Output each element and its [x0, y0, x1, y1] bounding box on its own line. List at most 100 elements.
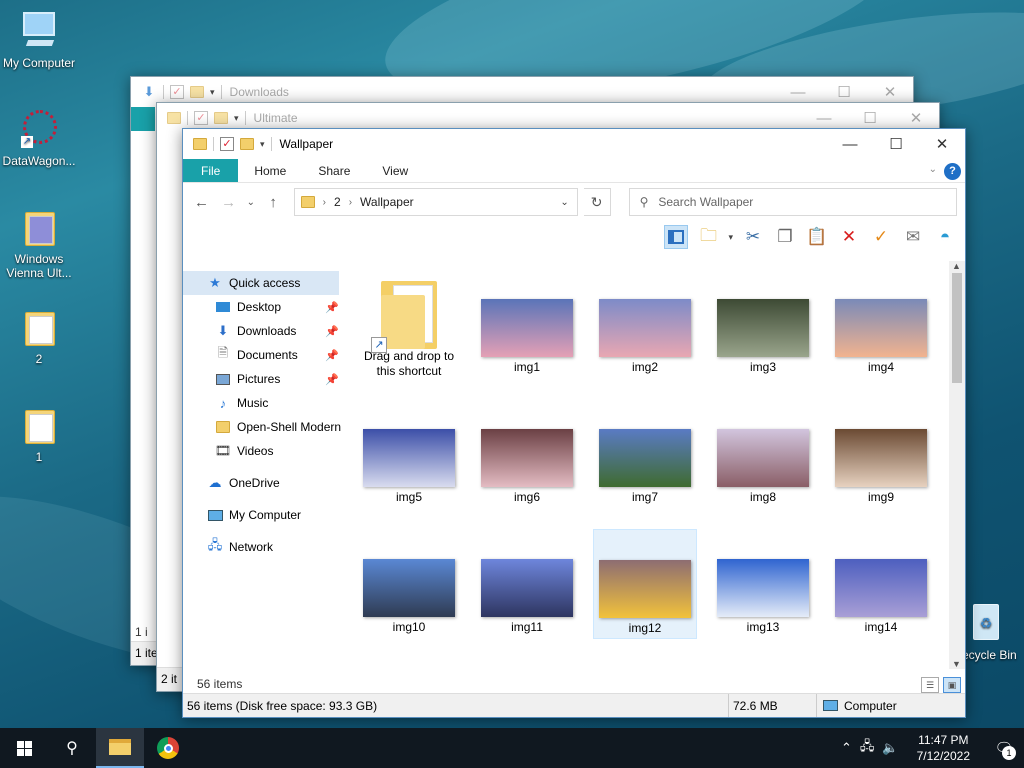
clock[interactable]: 11:47 PM 7/12/2022: [917, 732, 970, 764]
nav-documents[interactable]: 🗎 Documents 📌: [183, 343, 343, 367]
new-folder-icon[interactable]: [190, 86, 204, 98]
scroll-down-arrow-icon[interactable]: ▼: [952, 659, 961, 669]
file-item[interactable]: img6: [475, 399, 579, 509]
folder-options-icon[interactable]: 🗀: [696, 225, 720, 249]
file-item[interactable]: img3: [711, 269, 815, 379]
window-wallpaper[interactable]: ✓ ▾ Wallpaper — ☐ ✕ File Home Share View…: [182, 128, 966, 718]
new-folder-icon[interactable]: [214, 112, 228, 124]
chevron-up-icon[interactable]: ⌃: [841, 740, 852, 756]
scrollbar-thumb[interactable]: [952, 273, 962, 383]
recent-locations-button[interactable]: ⌄: [245, 191, 256, 213]
nav-music[interactable]: ♪ Music: [183, 391, 343, 415]
delete-icon[interactable]: ✕: [837, 225, 861, 249]
chevron-down-icon[interactable]: ⌄: [560, 197, 568, 208]
refresh-button[interactable]: ↻: [583, 188, 611, 216]
nav-videos[interactable]: 🎞 Videos: [183, 439, 343, 463]
start-button[interactable]: [0, 728, 48, 768]
cut-icon[interactable]: ✂: [741, 225, 765, 249]
chevron-down-icon[interactable]: ▾: [210, 87, 215, 98]
chevron-down-icon[interactable]: ▾: [260, 139, 265, 150]
desktop-icon-datawagon[interactable]: ↗ DataWagon...: [0, 108, 78, 168]
email-icon[interactable]: ✉: [901, 225, 925, 249]
file-list[interactable]: ↗ Drag and drop to this shortcut img1 img2 i…: [343, 261, 965, 669]
shell-settings-icon[interactable]: ◓: [933, 225, 957, 249]
back-button[interactable]: ←: [191, 191, 212, 213]
nav-open-shell[interactable]: Open-Shell Modern: [183, 415, 343, 439]
file-tab[interactable]: [131, 107, 155, 131]
file-item[interactable]: img4: [829, 269, 933, 379]
chevron-down-icon[interactable]: ▾: [234, 113, 239, 124]
chrome-icon: [157, 737, 179, 759]
action-center-button[interactable]: 🗨 1: [984, 728, 1024, 768]
properties-check-icon[interactable]: ✓: [170, 85, 184, 99]
file-item[interactable]: img1: [475, 269, 579, 379]
desktop-icon-folder-1[interactable]: 1: [0, 404, 78, 464]
file-item[interactable]: img10: [357, 529, 461, 639]
nav-quick-access[interactable]: ★ Quick access: [183, 271, 339, 295]
search-button[interactable]: ⚲: [48, 728, 96, 768]
tab-file[interactable]: File: [183, 159, 239, 182]
new-folder-icon[interactable]: [240, 138, 254, 150]
tab-view[interactable]: View: [366, 159, 424, 182]
file-item[interactable]: img11: [475, 529, 579, 639]
nav-downloads[interactable]: ⬇ Downloads 📌: [183, 319, 343, 343]
chevron-right-icon[interactable]: ›: [323, 197, 326, 208]
file-item[interactable]: img5: [357, 399, 461, 509]
tab-share[interactable]: Share: [302, 159, 366, 182]
image-thumbnail: [717, 429, 809, 487]
taskbar-file-explorer[interactable]: [96, 728, 144, 768]
file-item[interactable]: img2: [593, 269, 697, 379]
large-icons-view-button[interactable]: ▣: [943, 677, 961, 693]
nav-pictures[interactable]: Pictures 📌: [183, 367, 343, 391]
scroll-up-arrow-icon[interactable]: ▲: [952, 261, 961, 271]
file-item[interactable]: img9: [829, 399, 933, 509]
recycle-bin-icon: ♻: [965, 602, 1005, 644]
taskbar-chrome[interactable]: [144, 728, 192, 768]
search-box[interactable]: ⚲ Search Wallpaper: [628, 188, 957, 216]
volume-icon[interactable]: 🔈: [882, 740, 898, 756]
window-title: Ultimate: [253, 111, 298, 125]
desktop-icon-folder-2[interactable]: 2: [0, 306, 78, 366]
file-name: img2: [631, 360, 658, 374]
nav-network[interactable]: 🖧 Network: [183, 535, 343, 559]
forward-button[interactable]: →: [218, 191, 239, 213]
chevron-down-icon[interactable]: ▾: [728, 232, 733, 243]
up-button[interactable]: ↑: [263, 191, 284, 213]
nav-onedrive[interactable]: ☁ OneDrive: [183, 471, 343, 495]
tab-home[interactable]: Home: [238, 159, 302, 182]
desktop-icon-vienna[interactable]: Windows Vienna Ult...: [0, 206, 78, 280]
address-bar[interactable]: › 2 › Wallpaper ⌄: [293, 188, 578, 216]
file-item[interactable]: ↗ Drag and drop to this shortcut: [357, 269, 461, 379]
breadcrumb-segment[interactable]: 2: [334, 195, 341, 209]
nav-desktop[interactable]: Desktop 📌: [183, 295, 343, 319]
file-item[interactable]: img12: [593, 529, 697, 639]
file-item[interactable]: img7: [593, 399, 697, 509]
titlebar[interactable]: ✓ ▾ Wallpaper — ☐ ✕: [183, 129, 965, 159]
minimize-button[interactable]: —: [827, 129, 873, 159]
details-view-button[interactable]: ☰: [921, 677, 939, 693]
file-item[interactable]: img8: [711, 399, 815, 509]
download-arrow-icon: ⬇: [217, 323, 229, 338]
nav-label: Music: [237, 396, 269, 410]
help-button[interactable]: ?: [944, 163, 961, 180]
ribbon-expand-chevron-icon[interactable]: ⌄: [929, 164, 937, 175]
file-item[interactable]: img13: [711, 529, 815, 639]
image-thumbnail: [599, 560, 691, 618]
navigation-pane-button[interactable]: [664, 225, 689, 249]
nav-my-computer[interactable]: My Computer: [183, 503, 343, 527]
pin-icon: 📌: [325, 373, 339, 386]
desktop-icon-my-computer[interactable]: My Computer: [0, 10, 78, 70]
maximize-button[interactable]: ☐: [873, 129, 919, 159]
file-item[interactable]: img14: [829, 529, 933, 639]
properties-check-icon[interactable]: ✓: [220, 137, 234, 151]
properties-check-icon[interactable]: ✓: [194, 111, 208, 125]
chevron-right-icon[interactable]: ›: [349, 197, 352, 208]
properties-icon[interactable]: ✓: [869, 225, 893, 249]
close-button[interactable]: ✕: [919, 129, 965, 159]
breadcrumb-segment[interactable]: Wallpaper: [360, 195, 414, 209]
search-input[interactable]: Search Wallpaper: [658, 195, 753, 209]
vertical-scrollbar[interactable]: ▲ ▼: [949, 261, 965, 669]
network-icon[interactable]: 🖧: [860, 737, 875, 759]
copy-icon[interactable]: ❐: [773, 225, 797, 249]
paste-icon[interactable]: 📋: [805, 225, 829, 249]
